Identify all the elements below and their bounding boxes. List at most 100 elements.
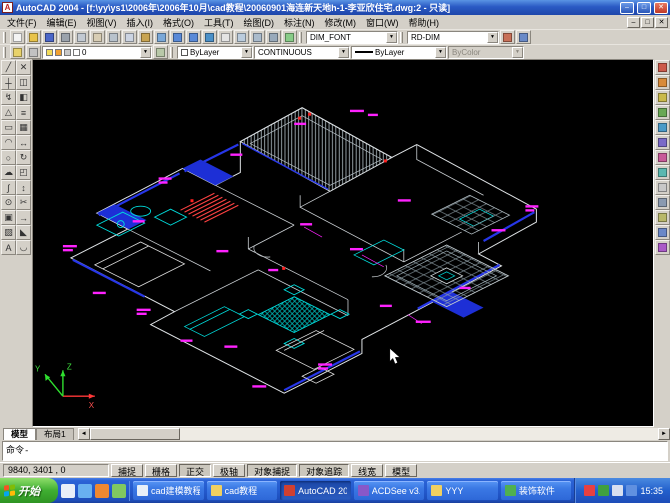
chevron-down-icon[interactable]: ▼ bbox=[386, 32, 397, 43]
volume-icon[interactable] bbox=[612, 485, 623, 496]
zoom-window-icon[interactable] bbox=[250, 30, 265, 44]
chevron-down-icon[interactable]: ▼ bbox=[435, 47, 446, 58]
fillet-icon[interactable]: ◡ bbox=[16, 240, 31, 255]
quick-leader-icon[interactable] bbox=[655, 195, 670, 210]
toggle-otrack[interactable]: 对象追踪 bbox=[299, 464, 349, 477]
dimension-update-icon[interactable] bbox=[500, 30, 515, 44]
menu-help[interactable]: 帮助(H) bbox=[404, 15, 445, 30]
dim-continue-icon[interactable] bbox=[655, 180, 670, 195]
construction-line-icon[interactable]: ┼ bbox=[1, 75, 16, 90]
open-icon[interactable] bbox=[26, 30, 41, 44]
scrollbar-thumb[interactable] bbox=[90, 428, 180, 440]
arc-icon[interactable]: ◠ bbox=[1, 135, 16, 150]
tab-layout1[interactable]: 布局1 bbox=[36, 428, 74, 440]
layer-combo[interactable]: 0 ▼ bbox=[42, 46, 152, 59]
layer-previous-icon[interactable] bbox=[26, 45, 41, 59]
tolerance-icon[interactable] bbox=[655, 210, 670, 225]
internet-explorer-icon[interactable] bbox=[78, 484, 92, 498]
chevron-down-icon[interactable]: ▼ bbox=[140, 47, 151, 58]
revision-cloud-icon[interactable]: ☁ bbox=[1, 165, 16, 180]
minimize-button[interactable]: – bbox=[620, 2, 634, 14]
trim-icon[interactable]: ✂ bbox=[16, 195, 31, 210]
menu-file[interactable]: 文件(F) bbox=[2, 15, 42, 30]
undo-icon[interactable] bbox=[170, 30, 185, 44]
zoom-realtime-icon[interactable] bbox=[234, 30, 249, 44]
menu-draw[interactable]: 绘图(D) bbox=[239, 15, 280, 30]
task-folder-cad[interactable]: cad教程 bbox=[207, 481, 278, 500]
toggle-polar[interactable]: 极轴 bbox=[213, 464, 245, 477]
scroll-right-icon[interactable]: ► bbox=[658, 428, 670, 440]
offset-icon[interactable]: ≡ bbox=[16, 105, 31, 120]
polyline-icon[interactable]: ↯ bbox=[1, 90, 16, 105]
copy-object-icon[interactable]: ◫ bbox=[16, 75, 31, 90]
scale-icon[interactable]: ◰ bbox=[16, 165, 31, 180]
layer-properties-manager-icon[interactable] bbox=[10, 45, 25, 59]
doc-minimize-icon[interactable]: – bbox=[627, 17, 640, 28]
toolbar-grip[interactable] bbox=[400, 32, 403, 43]
antivirus-icon[interactable] bbox=[598, 485, 609, 496]
toggle-ortho[interactable]: 正交 bbox=[179, 464, 211, 477]
zoom-previous-icon[interactable] bbox=[266, 30, 281, 44]
dim-radius-icon[interactable] bbox=[655, 105, 670, 120]
menu-view[interactable]: 视图(V) bbox=[82, 15, 122, 30]
text-icon[interactable]: A bbox=[1, 240, 16, 255]
toggle-lineweight[interactable]: 线宽 bbox=[351, 464, 383, 477]
chevron-down-icon[interactable]: ▼ bbox=[338, 47, 349, 58]
maximize-button[interactable]: □ bbox=[637, 2, 651, 14]
match-properties-icon[interactable] bbox=[154, 30, 169, 44]
task-decor-software[interactable]: 装饰软件 bbox=[501, 481, 572, 500]
spline-icon[interactable]: ∫ bbox=[1, 180, 16, 195]
toolbar-grip[interactable] bbox=[3, 32, 6, 43]
tab-model[interactable]: 模型 bbox=[3, 428, 36, 440]
toggle-model-space[interactable]: 模型 bbox=[385, 464, 417, 477]
toolbar-grip[interactable] bbox=[299, 32, 302, 43]
dim-diameter-icon[interactable] bbox=[655, 120, 670, 135]
ime-icon[interactable] bbox=[584, 485, 595, 496]
linetype-combo[interactable]: CONTINUOUS ▼ bbox=[254, 46, 350, 59]
print-preview-icon[interactable] bbox=[74, 30, 89, 44]
quick-dim-icon[interactable] bbox=[655, 150, 670, 165]
task-autocad[interactable]: AutoCAD 2004 - [... bbox=[280, 481, 351, 500]
media-player-icon[interactable] bbox=[95, 484, 109, 498]
chamfer-icon[interactable]: ◣ bbox=[16, 225, 31, 240]
dim-baseline-icon[interactable] bbox=[655, 165, 670, 180]
close-button[interactable]: ✕ bbox=[654, 2, 668, 14]
menu-edit[interactable]: 编辑(E) bbox=[42, 15, 82, 30]
task-acdsee[interactable]: ACDSee v3.1 - 20... bbox=[354, 481, 425, 500]
messenger-icon[interactable] bbox=[112, 484, 126, 498]
spelling-icon[interactable] bbox=[90, 30, 105, 44]
toolbar-grip[interactable] bbox=[3, 47, 6, 58]
erase-icon[interactable]: ✕ bbox=[16, 60, 31, 75]
dimension-style-manager-icon[interactable] bbox=[516, 30, 531, 44]
line-icon[interactable]: ╱ bbox=[1, 60, 16, 75]
array-icon[interactable]: ▦ bbox=[16, 120, 31, 135]
make-object-layer-current-icon[interactable] bbox=[153, 45, 168, 59]
cut-icon[interactable] bbox=[106, 30, 121, 44]
dim-style-combo[interactable]: RD-DIM ▼ bbox=[407, 31, 499, 44]
dim-ordinate-icon[interactable] bbox=[655, 90, 670, 105]
extend-icon[interactable]: → bbox=[16, 210, 31, 225]
doc-restore-icon[interactable]: □ bbox=[641, 17, 654, 28]
pan-realtime-icon[interactable] bbox=[218, 30, 233, 44]
task-notepad[interactable]: cad建模教程 - 记... bbox=[133, 481, 204, 500]
command-input[interactable]: 命令- bbox=[2, 441, 668, 461]
lineweight-combo[interactable]: ByLayer ▼ bbox=[351, 46, 447, 59]
menu-tools[interactable]: 工具(T) bbox=[199, 15, 239, 30]
hatch-icon[interactable]: ▨ bbox=[1, 225, 16, 240]
save-icon[interactable] bbox=[42, 30, 57, 44]
text-style-combo[interactable]: DIM_FONT ▼ bbox=[306, 31, 398, 44]
doc-close-icon[interactable]: ✕ bbox=[655, 17, 668, 28]
polygon-icon[interactable]: △ bbox=[1, 105, 16, 120]
redo-icon[interactable] bbox=[186, 30, 201, 44]
new-icon[interactable] bbox=[10, 30, 25, 44]
stretch-icon[interactable]: ↕ bbox=[16, 180, 31, 195]
drawing-canvas[interactable]: X Y Z bbox=[32, 59, 654, 427]
menu-modify[interactable]: 修改(M) bbox=[320, 15, 362, 30]
print-icon[interactable] bbox=[58, 30, 73, 44]
scrollbar-track[interactable] bbox=[90, 428, 658, 440]
clock[interactable]: 15:35 bbox=[640, 486, 663, 496]
rectangle-icon[interactable]: ▭ bbox=[1, 120, 16, 135]
horizontal-scrollbar[interactable]: ◄ ► bbox=[78, 428, 670, 440]
ellipse-icon[interactable]: ⊙ bbox=[1, 195, 16, 210]
rotate-icon[interactable]: ↻ bbox=[16, 150, 31, 165]
